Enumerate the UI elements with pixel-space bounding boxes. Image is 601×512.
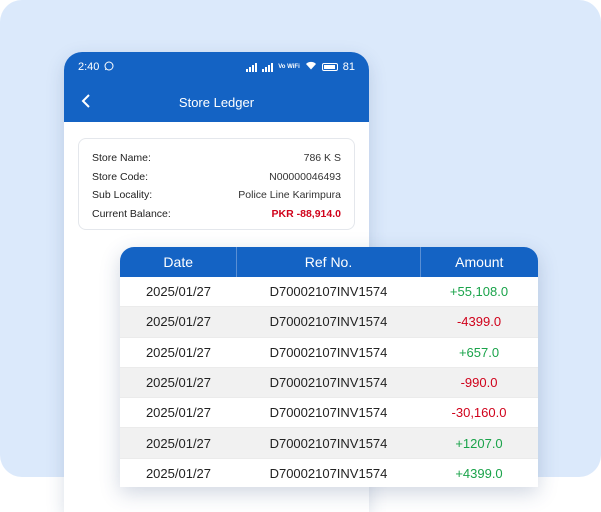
cell-ref: D70002107INV1574 xyxy=(269,314,388,330)
cell-ref: D70002107INV1574 xyxy=(269,435,388,451)
cell-amount: -30,160.0 xyxy=(451,405,507,421)
column-header-amount[interactable]: Amount xyxy=(421,247,538,277)
cell-date: 2025/01/27 xyxy=(145,375,212,391)
current-balance-value: PKR -88,914.0 xyxy=(271,207,341,220)
table-row[interactable]: 2025/01/27 D70002107INV1574 +55,108.0 xyxy=(120,277,538,308)
store-name-row: Store Name: 786 K S xyxy=(92,149,341,168)
sub-locality-row: Sub Locality: Police Line Karimpura xyxy=(92,186,341,205)
cell-ref: D70002107INV1574 xyxy=(269,375,388,391)
cell-date: 2025/01/27 xyxy=(145,344,212,360)
battery-percent: 81 xyxy=(342,61,355,73)
table-row[interactable]: 2025/01/27 D70002107INV1574 -30,160.0 xyxy=(120,398,538,429)
current-balance-row: Current Balance: PKR -88,914.0 xyxy=(92,205,341,224)
page-title: Store Ledger xyxy=(178,94,255,110)
status-time: 2:40 xyxy=(78,61,100,73)
signal-icon-2 xyxy=(262,62,274,72)
store-code-label: Store Code: xyxy=(92,170,149,183)
table-row[interactable]: 2025/01/27 D70002107INV1574 -4399.0 xyxy=(120,307,538,338)
status-bar: 2:40 Vo WiFi 81 xyxy=(64,52,369,82)
cell-date: 2025/01/27 xyxy=(145,435,212,451)
sub-locality-label: Sub Locality: xyxy=(92,189,153,202)
ledger-table: Date Ref No. Amount 2025/01/27 D70002107… xyxy=(120,247,538,487)
app-bar: Store Ledger xyxy=(64,82,369,122)
cell-date: 2025/01/27 xyxy=(145,314,212,330)
cell-date: 2025/01/27 xyxy=(145,465,212,481)
cell-date: 2025/01/27 xyxy=(145,284,212,300)
cell-amount: +657.0 xyxy=(458,344,500,360)
column-header-date[interactable]: Date xyxy=(120,247,238,277)
store-code-value: N00000046493 xyxy=(269,170,341,183)
cell-ref: D70002107INV1574 xyxy=(269,465,388,481)
volte-label: Vo WiFi xyxy=(278,64,300,70)
cell-amount: -990.0 xyxy=(460,375,498,391)
back-arrow-icon[interactable] xyxy=(80,92,92,114)
signal-icon xyxy=(246,62,258,72)
whatsapp-icon xyxy=(104,61,114,74)
cell-amount: +4399.0 xyxy=(455,465,503,481)
store-name-label: Store Name: xyxy=(92,152,151,165)
table-row[interactable]: 2025/01/27 D70002107INV1574 +657.0 xyxy=(120,338,538,368)
table-row[interactable]: 2025/01/27 D70002107INV1574 +4399.0 xyxy=(120,459,538,487)
store-name-value: 786 K S xyxy=(303,152,341,165)
cell-amount: +1207.0 xyxy=(455,435,503,451)
cell-amount: +55,108.0 xyxy=(449,284,509,300)
table-header: Date Ref No. Amount xyxy=(120,247,538,277)
table-row[interactable]: 2025/01/27 D70002107INV1574 -990.0 xyxy=(120,367,538,399)
current-balance-label: Current Balance: xyxy=(92,207,171,220)
column-header-ref[interactable]: Ref No. xyxy=(237,247,421,277)
cell-ref: D70002107INV1574 xyxy=(269,344,388,360)
cell-ref: D70002107INV1574 xyxy=(269,405,388,421)
cell-ref: D70002107INV1574 xyxy=(269,284,388,300)
sub-locality-value: Police Line Karimpura xyxy=(238,189,341,202)
cell-amount: -4399.0 xyxy=(456,314,502,330)
store-code-row: Store Code: N00000046493 xyxy=(92,168,341,187)
battery-icon xyxy=(321,63,338,71)
wifi-icon xyxy=(305,61,317,73)
cell-date: 2025/01/27 xyxy=(145,405,212,421)
store-info-card: Store Name: 786 K S Store Code: N0000004… xyxy=(78,138,355,230)
table-row[interactable]: 2025/01/27 D70002107INV1574 +1207.0 xyxy=(120,428,538,459)
